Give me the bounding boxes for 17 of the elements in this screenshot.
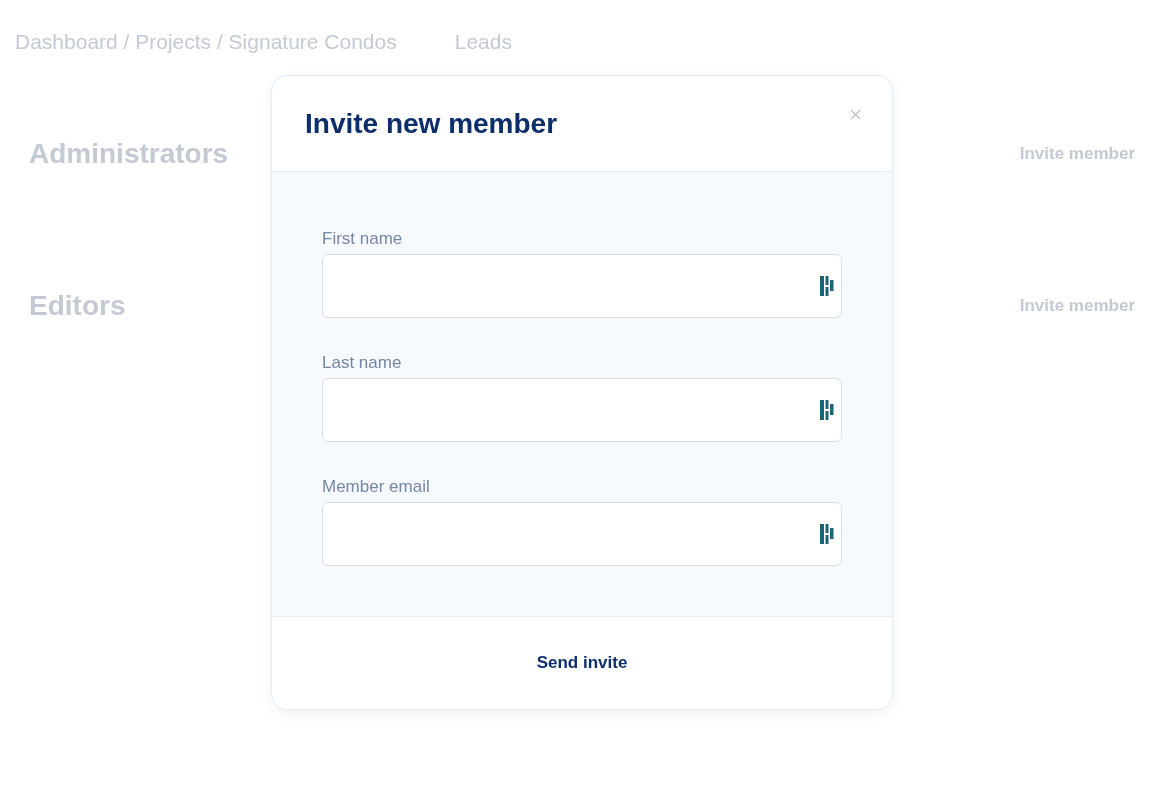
input-field[interactable]: [322, 502, 842, 566]
send-invite-button[interactable]: Send invite: [528, 644, 636, 682]
field-label: Member email: [322, 477, 430, 497]
invite-member-button[interactable]: Invite member: [1019, 141, 1135, 167]
dialog-title: Invite new member: [305, 106, 558, 141]
invite-member-button[interactable]: Invite member: [1019, 293, 1135, 319]
breadcrumb: Dashboard / Projects / Signature Condos: [15, 30, 397, 54]
section-title: Administrators: [29, 137, 229, 171]
bars-icon: [820, 524, 834, 544]
field-label: Last name: [322, 353, 402, 373]
input-field[interactable]: [322, 254, 842, 318]
bars-icon: [820, 400, 834, 420]
leads-link[interactable]: Leads: [454, 30, 512, 54]
bars-icon: [820, 276, 834, 296]
field-label: First name: [322, 229, 403, 249]
section-title: Editors: [29, 289, 126, 323]
input-field[interactable]: [322, 378, 842, 442]
